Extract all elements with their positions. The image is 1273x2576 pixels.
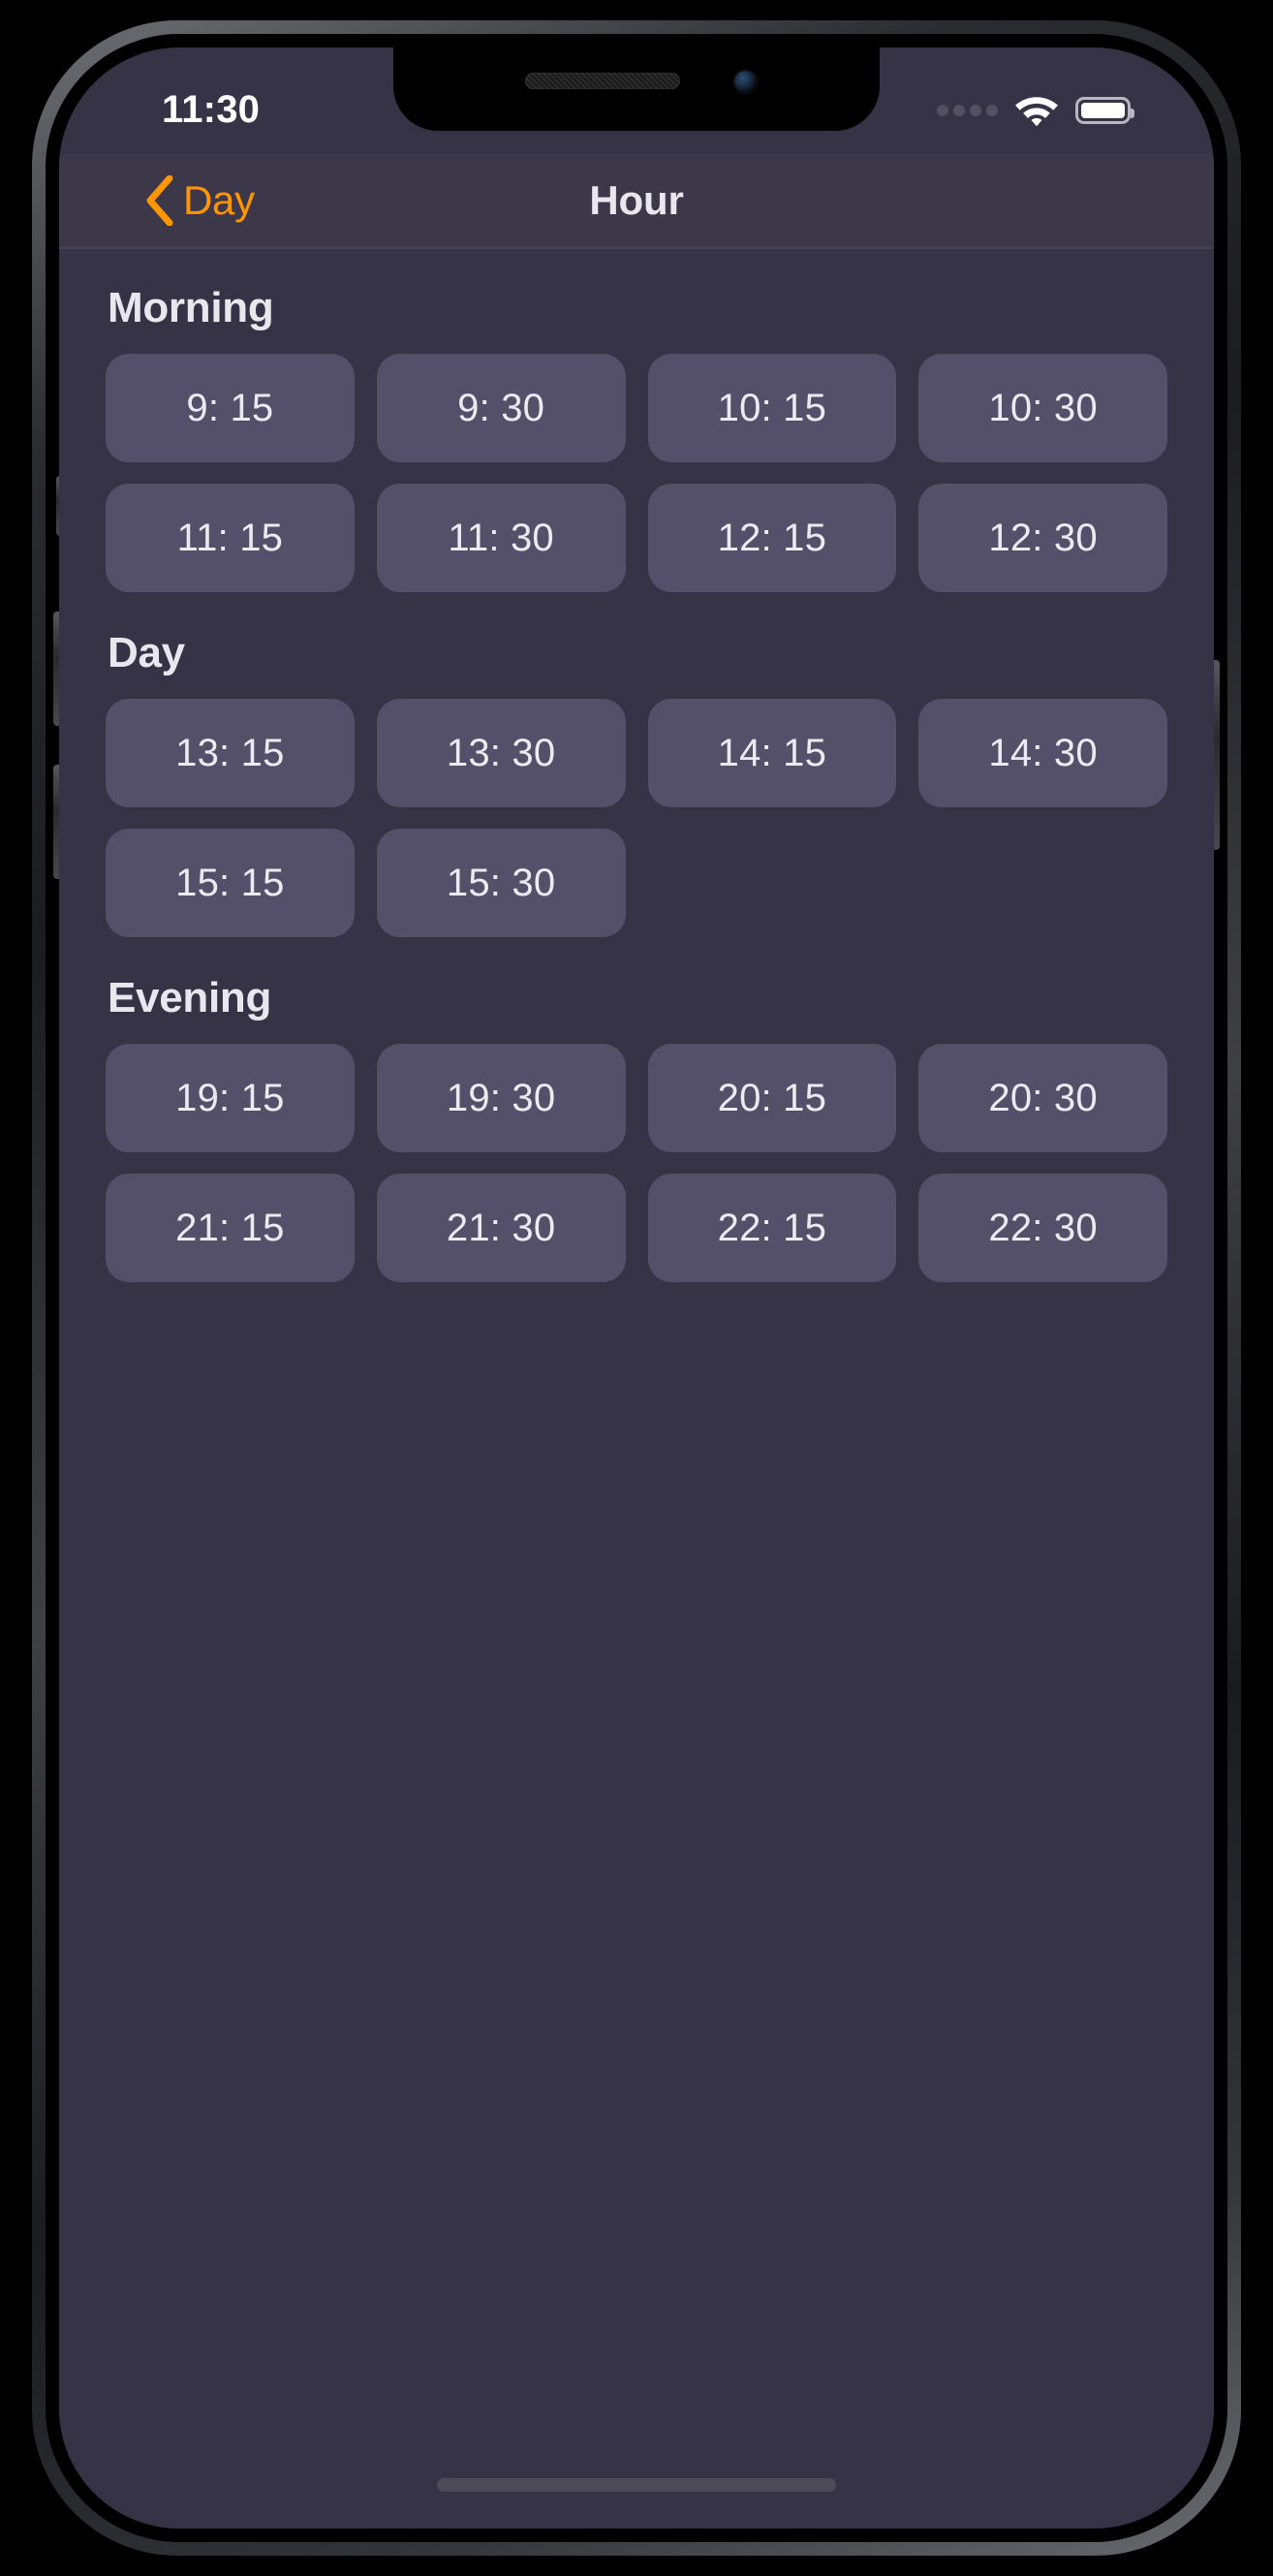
battery-full-icon [1075, 97, 1134, 124]
wifi-icon [1014, 94, 1059, 127]
back-button[interactable]: Day [144, 175, 255, 226]
time-slot-chip[interactable]: 15: 30 [376, 829, 626, 937]
time-slot-chip[interactable]: 20: 30 [918, 1044, 1167, 1152]
time-slot-grid: 13: 15 13: 30 14: 15 14: 30 15: 15 15: 3… [106, 699, 1167, 937]
section-evening: Evening 19: 15 19: 30 20: 15 20: 30 21: … [106, 974, 1167, 1282]
time-slot-chip[interactable]: 12: 30 [918, 484, 1167, 592]
navigation-bar: Day Hour [59, 154, 1214, 249]
time-slot-grid: 9: 15 9: 30 10: 15 10: 30 11: 15 11: 30 … [106, 354, 1167, 592]
status-bar-indicators [937, 94, 1134, 127]
time-slot-placeholder [918, 829, 1167, 937]
phone-screen: 11:30 Day Hour Morning 9: 15 9: 30 10: 1… [59, 47, 1214, 2529]
time-slot-chip[interactable]: 21: 15 [106, 1174, 355, 1282]
page-title: Hour [589, 177, 684, 223]
hour-picker-content: Morning 9: 15 9: 30 10: 15 10: 30 11: 15… [59, 251, 1214, 2529]
time-slot-chip[interactable]: 13: 30 [376, 699, 626, 807]
time-slot-chip[interactable]: 12: 15 [647, 484, 897, 592]
section-title: Day [108, 629, 185, 676]
time-slot-chip[interactable]: 19: 30 [376, 1044, 626, 1152]
time-slot-chip[interactable]: 13: 15 [106, 699, 355, 807]
home-indicator[interactable] [437, 2478, 836, 2492]
section-day: Day 13: 15 13: 30 14: 15 14: 30 15: 15 1… [106, 629, 1167, 937]
time-slot-chip[interactable]: 9: 30 [376, 354, 626, 462]
speaker-grille-icon [525, 73, 680, 89]
chevron-left-icon [144, 175, 173, 226]
time-slot-chip[interactable]: 21: 30 [376, 1174, 626, 1282]
time-slot-chip[interactable]: 19: 15 [106, 1044, 355, 1152]
time-slot-grid: 19: 15 19: 30 20: 15 20: 30 21: 15 21: 3… [106, 1044, 1167, 1282]
section-morning: Morning 9: 15 9: 30 10: 15 10: 30 11: 15… [106, 284, 1167, 592]
section-title: Evening [108, 974, 272, 1021]
time-slot-chip[interactable]: 22: 15 [647, 1174, 897, 1282]
time-slot-chip[interactable]: 10: 30 [918, 354, 1167, 462]
time-slot-chip[interactable]: 14: 15 [647, 699, 897, 807]
time-slot-chip[interactable]: 9: 15 [106, 354, 355, 462]
section-title: Morning [108, 284, 274, 331]
back-button-label: Day [183, 177, 255, 223]
phone-bezel: 11:30 Day Hour Morning 9: 15 9: 30 10: 1… [46, 34, 1227, 2542]
time-slot-chip[interactable]: 22: 30 [918, 1174, 1167, 1282]
notch [393, 47, 880, 131]
time-slot-chip[interactable]: 15: 15 [106, 829, 355, 937]
front-camera-icon [734, 71, 757, 93]
time-slot-chip[interactable]: 11: 15 [106, 484, 355, 592]
status-bar-time: 11:30 [162, 88, 261, 131]
cellular-dots-icon [937, 105, 998, 116]
time-slot-chip[interactable]: 10: 15 [647, 354, 897, 462]
time-slot-chip[interactable]: 11: 30 [376, 484, 626, 592]
time-slot-placeholder [648, 829, 897, 937]
phone-frame: 11:30 Day Hour Morning 9: 15 9: 30 10: 1… [32, 20, 1241, 2556]
time-slot-chip[interactable]: 20: 15 [647, 1044, 897, 1152]
battery-fill [1081, 103, 1125, 118]
time-slot-chip[interactable]: 14: 30 [918, 699, 1167, 807]
